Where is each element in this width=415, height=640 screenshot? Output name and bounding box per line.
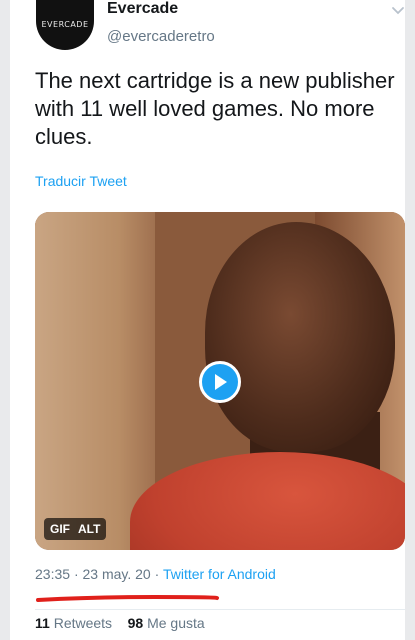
account-handle[interactable]: @evercaderetro: [107, 28, 215, 45]
translate-tweet-link[interactable]: Traducir Tweet: [35, 173, 127, 189]
divider: [35, 609, 405, 610]
red-underline-annotation: [36, 594, 219, 602]
likes-stat[interactable]: 98 Me gusta: [128, 615, 205, 631]
alt-label[interactable]: ALT: [78, 522, 100, 536]
gif-label: GIF: [50, 522, 70, 536]
avatar-logo-text: EVERCADE: [41, 19, 89, 29]
gif-badge: GIF ALT: [44, 518, 107, 540]
tweet-stats: 11 Retweets 98 Me gusta: [35, 615, 205, 631]
likes-count: 98: [127, 615, 144, 631]
chevron-down-icon[interactable]: [391, 6, 405, 16]
play-icon: [215, 374, 227, 390]
play-button[interactable]: [199, 361, 241, 403]
media-figure-shirt: [130, 452, 405, 550]
meta-separator-2: ·: [154, 566, 160, 582]
tweet-card: EVERCADE Evercade @evercaderetro The nex…: [10, 0, 405, 640]
tweet-date[interactable]: 23 may. 20: [83, 566, 151, 582]
tweet-text: The next cartridge is a new publisher wi…: [35, 68, 395, 149]
tweet-time: 23:35: [35, 566, 71, 582]
account-name[interactable]: Evercade: [107, 0, 178, 18]
meta-separator: ·: [73, 566, 79, 582]
retweets-count: 11: [35, 615, 50, 631]
tweet-source[interactable]: Twitter for Android: [163, 566, 276, 582]
avatar[interactable]: EVERCADE: [36, 0, 94, 50]
likes-label: Me gusta: [147, 615, 205, 631]
retweets-label: Retweets: [53, 615, 113, 631]
retweets-stat[interactable]: 11 Retweets: [35, 615, 112, 631]
gif-media[interactable]: GIF ALT: [35, 212, 405, 550]
tweet-meta: 23:35 · 23 may. 20 · Twitter for Android: [35, 566, 276, 582]
